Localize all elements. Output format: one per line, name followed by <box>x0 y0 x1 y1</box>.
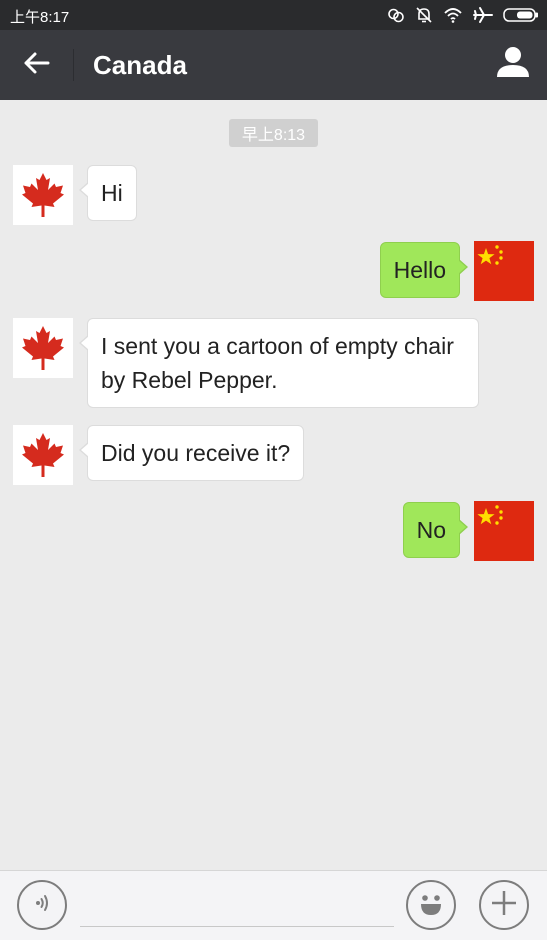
chat-header: Canada <box>0 30 547 100</box>
person-icon <box>496 46 530 83</box>
canada-flag-icon <box>13 165 73 225</box>
status-bar: 上午8:17 <box>0 0 547 30</box>
chat-time-label: 早上8:13 <box>229 119 318 147</box>
back-arrow-icon <box>23 51 51 80</box>
bell-muted-icon <box>415 6 433 24</box>
avatar[interactable] <box>474 241 534 301</box>
wifi-icon <box>443 6 463 24</box>
china-flag-icon <box>474 501 534 561</box>
emoji-button[interactable] <box>406 880 456 930</box>
message-input[interactable] <box>80 885 394 927</box>
canada-flag-icon <box>13 318 73 378</box>
more-button[interactable] <box>479 880 529 930</box>
title-divider <box>73 49 74 81</box>
battery-icon <box>503 7 539 23</box>
voice-button[interactable] <box>17 880 67 930</box>
link-icon <box>387 6 405 24</box>
avatar[interactable] <box>474 501 534 561</box>
canada-flag-icon <box>13 425 73 485</box>
emoji-icon <box>414 886 448 925</box>
china-flag-icon <box>474 241 534 301</box>
chat-title: Canada <box>93 50 187 80</box>
contact-profile-button[interactable] <box>493 44 533 84</box>
message-bubble[interactable]: Hello <box>379 242 469 298</box>
airplane-icon <box>473 6 493 24</box>
message-bubble[interactable]: Did you receive it? <box>78 425 305 481</box>
status-icons <box>387 5 539 25</box>
plus-icon <box>489 888 519 923</box>
input-bar <box>0 870 547 940</box>
message-bubble[interactable]: Hi <box>79 165 137 221</box>
avatar[interactable] <box>13 318 73 378</box>
status-time: 上午8:17 <box>10 9 70 26</box>
voice-icon <box>29 890 55 921</box>
back-button[interactable] <box>14 43 60 87</box>
message-bubble[interactable]: I sent you a cartoon of empty chair by R… <box>79 318 479 408</box>
avatar[interactable] <box>13 165 73 225</box>
message-bubble[interactable]: No <box>402 502 469 558</box>
avatar[interactable] <box>13 425 73 485</box>
